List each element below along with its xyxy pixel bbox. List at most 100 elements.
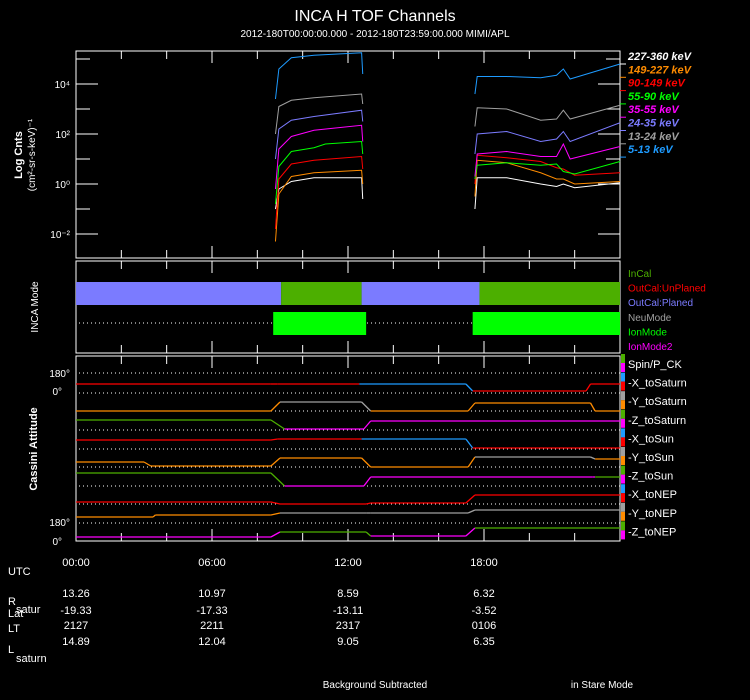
legend-color-bar [621, 418, 625, 428]
legend-color-bar [621, 409, 625, 419]
attitude-legend-entry: -Z_toSaturn [628, 415, 686, 427]
mode-legend-entry: InCal [628, 269, 651, 280]
series-line-5-13-keV [274, 52, 364, 100]
attitude-legend-entry: -X_toSaturn [628, 378, 687, 390]
legend-color-bar [621, 437, 625, 447]
ephemeris-value: 14.89 [62, 636, 90, 648]
ephemeris-value: 13.26 [62, 588, 90, 600]
attitude-transition [585, 383, 592, 392]
attitude-transition [465, 383, 474, 392]
utc-time: 12:00 [334, 557, 362, 569]
ephemeris-value: -13.11 [333, 605, 363, 617]
y-tick-label: 180° [49, 518, 70, 529]
cal-state-bar [479, 282, 620, 305]
y-tick-label: 10⁴ [55, 80, 70, 91]
ephemeris-value: 6.32 [473, 588, 494, 600]
attitude-transition [361, 457, 372, 468]
ephemeris-value: 9.05 [337, 636, 358, 648]
legend-color-bar [621, 484, 625, 494]
cal-state-bar [281, 282, 362, 305]
attitude-transition [365, 502, 371, 505]
legend-color-bar [621, 400, 625, 410]
series-line-35-55-keV [474, 142, 621, 177]
utc-label: UTC [8, 566, 31, 578]
ephemeris-value: -19.33 [60, 605, 91, 617]
attitude-legend-entry: -X_toNEP [628, 489, 677, 501]
y-tick-label: 0° [52, 537, 62, 548]
legend-color-bar [621, 530, 625, 540]
utc-time: 00:00 [62, 557, 90, 569]
legend-entry: 55-90 keV [628, 91, 680, 103]
plot-frame [75, 50, 621, 259]
attitude-transition [365, 531, 372, 537]
legend-color-bar [621, 372, 625, 382]
attitude-transition [270, 472, 285, 487]
plot-frame [75, 260, 621, 354]
footer-stare-mode: in Stare Mode [571, 680, 634, 691]
legend-color-bar [621, 511, 625, 521]
attitude-panel: 180° 0° 180° 0° Spin/P_CK -X_toSaturn -Y_toSat… [49, 354, 687, 548]
y-tick-label: 0° [52, 387, 62, 398]
ephemeris-value: 10.97 [198, 588, 226, 600]
ephemeris-value: 2317 [336, 620, 360, 632]
legend-color-bar [621, 363, 625, 372]
tof-panel: 10⁴ 10² 10⁰ 10⁻² 227-360 keV149-227 keV 90-14… [50, 50, 693, 259]
legend-color-bar [621, 428, 625, 438]
attitude-legend-entry: -Y_toSun [628, 452, 674, 464]
row-label-sub: saturn [16, 653, 47, 665]
attitude-legend-entry: -X_toSun [628, 433, 674, 445]
series-line-13-24-keV [274, 93, 364, 135]
legend-entry: 35-55 keV [628, 104, 680, 116]
ephemeris-value: 6.35 [473, 636, 494, 648]
series-line-149-227-keV [474, 159, 621, 197]
ephemeris-value: 2211 [200, 620, 224, 632]
mode-legend-entry: OutCal:UnPlaned [628, 284, 706, 295]
series-line-13-24-keV [474, 104, 621, 127]
ephemeris-value: -3.52 [471, 605, 496, 617]
legend-color-bar [621, 493, 625, 503]
legend-entry: 13-24 keV [628, 131, 680, 143]
series-line-24-35-keV [274, 109, 364, 160]
attitude-legend-entry: -Y_toNEP [628, 508, 677, 520]
y-tick-label: 10⁰ [55, 180, 70, 191]
attitude-transition [467, 509, 476, 514]
y-axis-label: Log Cnts [13, 131, 25, 179]
inca-figure: INCA H TOF Channels 2012-180T00:00:00.00… [8, 8, 706, 691]
cal-state-bar [76, 282, 282, 305]
chart-subtitle: 2012-180T00:00:00.000 - 2012-180T23:59:0… [240, 29, 510, 40]
legend-color-bar [621, 456, 625, 465]
legend-entry: 227-360 keV [627, 51, 693, 63]
attitude-transition [465, 494, 476, 504]
ion-mode-bar [472, 312, 620, 335]
attitude-transition [363, 420, 372, 430]
inca-mode-label: INCA Mode [30, 281, 41, 333]
legend-color-bar [621, 474, 625, 484]
attitude-transition [589, 402, 596, 412]
ephemeris-value: 8.59 [337, 588, 358, 600]
attitude-transition [270, 457, 281, 467]
cal-state-bar [361, 282, 480, 305]
y-tick-label: 180° [49, 369, 70, 380]
y-axis-units: (cm²-sr-s-keV)⁻¹ [27, 118, 38, 191]
series-line-227-360-keV [274, 177, 364, 210]
attitude-transition [361, 401, 372, 412]
chart-title: INCA H TOF Channels [294, 8, 455, 25]
attitude-label: Cassini Attitude [28, 407, 40, 490]
legend-color-bar [621, 502, 625, 512]
attitude-legend-entry: Spin/P_CK [628, 359, 682, 371]
row-label: R [8, 596, 16, 608]
mode-legend-entry: IonMode [628, 327, 667, 338]
footer-background-subtracted: Background Subtracted [323, 680, 428, 691]
attitude-transition [467, 402, 476, 412]
mode-legend-entry: IonMode2 [628, 342, 673, 353]
attitude-transition [270, 531, 281, 538]
series-line-24-35-keV [474, 122, 621, 155]
mode-legend-entry: NeuMode [628, 313, 672, 324]
ion-mode-bar [273, 312, 367, 335]
attitude-transition [143, 461, 152, 467]
utc-time: 06:00 [198, 557, 226, 569]
legend-color-bar [621, 354, 625, 363]
ephemeris-value: 2127 [64, 620, 88, 632]
attitude-legend-entry: -Y_toSaturn [628, 396, 687, 408]
ephemeris-value: 12.04 [198, 636, 226, 648]
